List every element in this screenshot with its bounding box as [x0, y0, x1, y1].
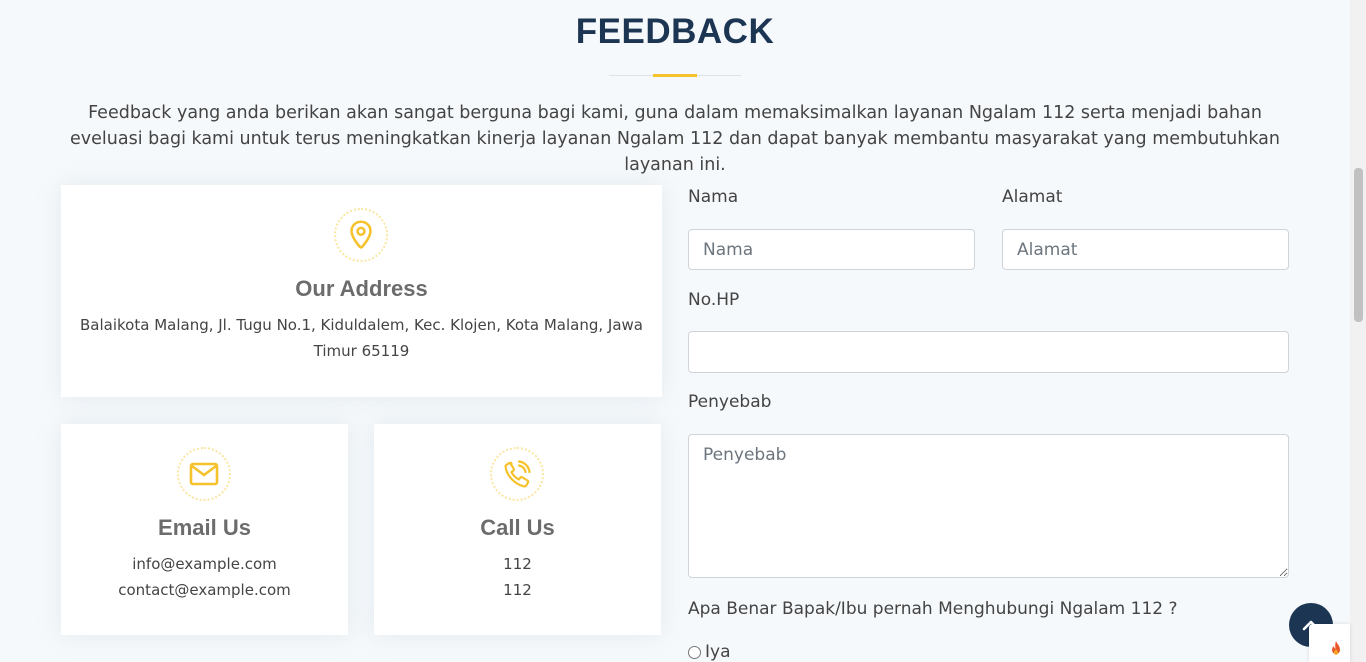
- call-card: Call Us 112 112: [374, 424, 661, 635]
- scrollbar-thumb[interactable]: [1354, 168, 1363, 322]
- penyebab-label: Penyebab: [688, 392, 772, 412]
- contact-question: Apa Benar Bapak/Ibu pernah Menghubungi N…: [688, 599, 1178, 619]
- address-icon-wrap: [334, 208, 388, 262]
- option-iya-label: Iya: [705, 642, 731, 662]
- email-card: Email Us info@example.com contact@exampl…: [61, 424, 348, 635]
- email-line-2: contact@example.com: [118, 581, 291, 599]
- nohp-label: No.HP: [688, 290, 740, 310]
- address-card: Our Address Balaikota Malang, Jl. Tugu N…: [61, 185, 662, 397]
- address-title: Our Address: [295, 276, 428, 301]
- section-intro: Feedback yang anda berikan akan sangat b…: [70, 103, 1280, 175]
- feedback-section: FEEDBACK Feedback yang anda berikan akan…: [0, 0, 1350, 662]
- section-title: FEEDBACK: [575, 12, 775, 51]
- email-icon-wrap: [177, 447, 231, 501]
- nama-input[interactable]: [688, 229, 975, 270]
- call-line-1: 112: [503, 555, 532, 573]
- option-iya[interactable]: Iya: [688, 642, 731, 662]
- map-pin-icon: [350, 220, 372, 249]
- call-title: Call Us: [480, 515, 555, 540]
- alamat-label: Alamat: [1002, 187, 1063, 207]
- call-icon-wrap: [490, 447, 544, 501]
- address-text: Balaikota Malang, Jl. Tugu No.1, Kidulda…: [80, 316, 643, 360]
- page-scrollbar[interactable]: [1350, 0, 1366, 662]
- call-line-2: 112: [503, 581, 532, 599]
- email-line-1: info@example.com: [132, 555, 277, 573]
- penyebab-textarea[interactable]: [688, 434, 1289, 578]
- alamat-input[interactable]: [1002, 229, 1289, 270]
- nohp-input[interactable]: [688, 331, 1289, 373]
- flame-icon: [1332, 641, 1340, 655]
- option-iya-radio[interactable]: [688, 645, 701, 659]
- phone-call-icon: [504, 460, 531, 488]
- flame-badge[interactable]: [1309, 624, 1350, 662]
- title-divider-accent: [653, 74, 697, 77]
- envelope-icon: [189, 462, 219, 486]
- email-title: Email Us: [158, 515, 251, 540]
- nama-label: Nama: [688, 187, 739, 207]
